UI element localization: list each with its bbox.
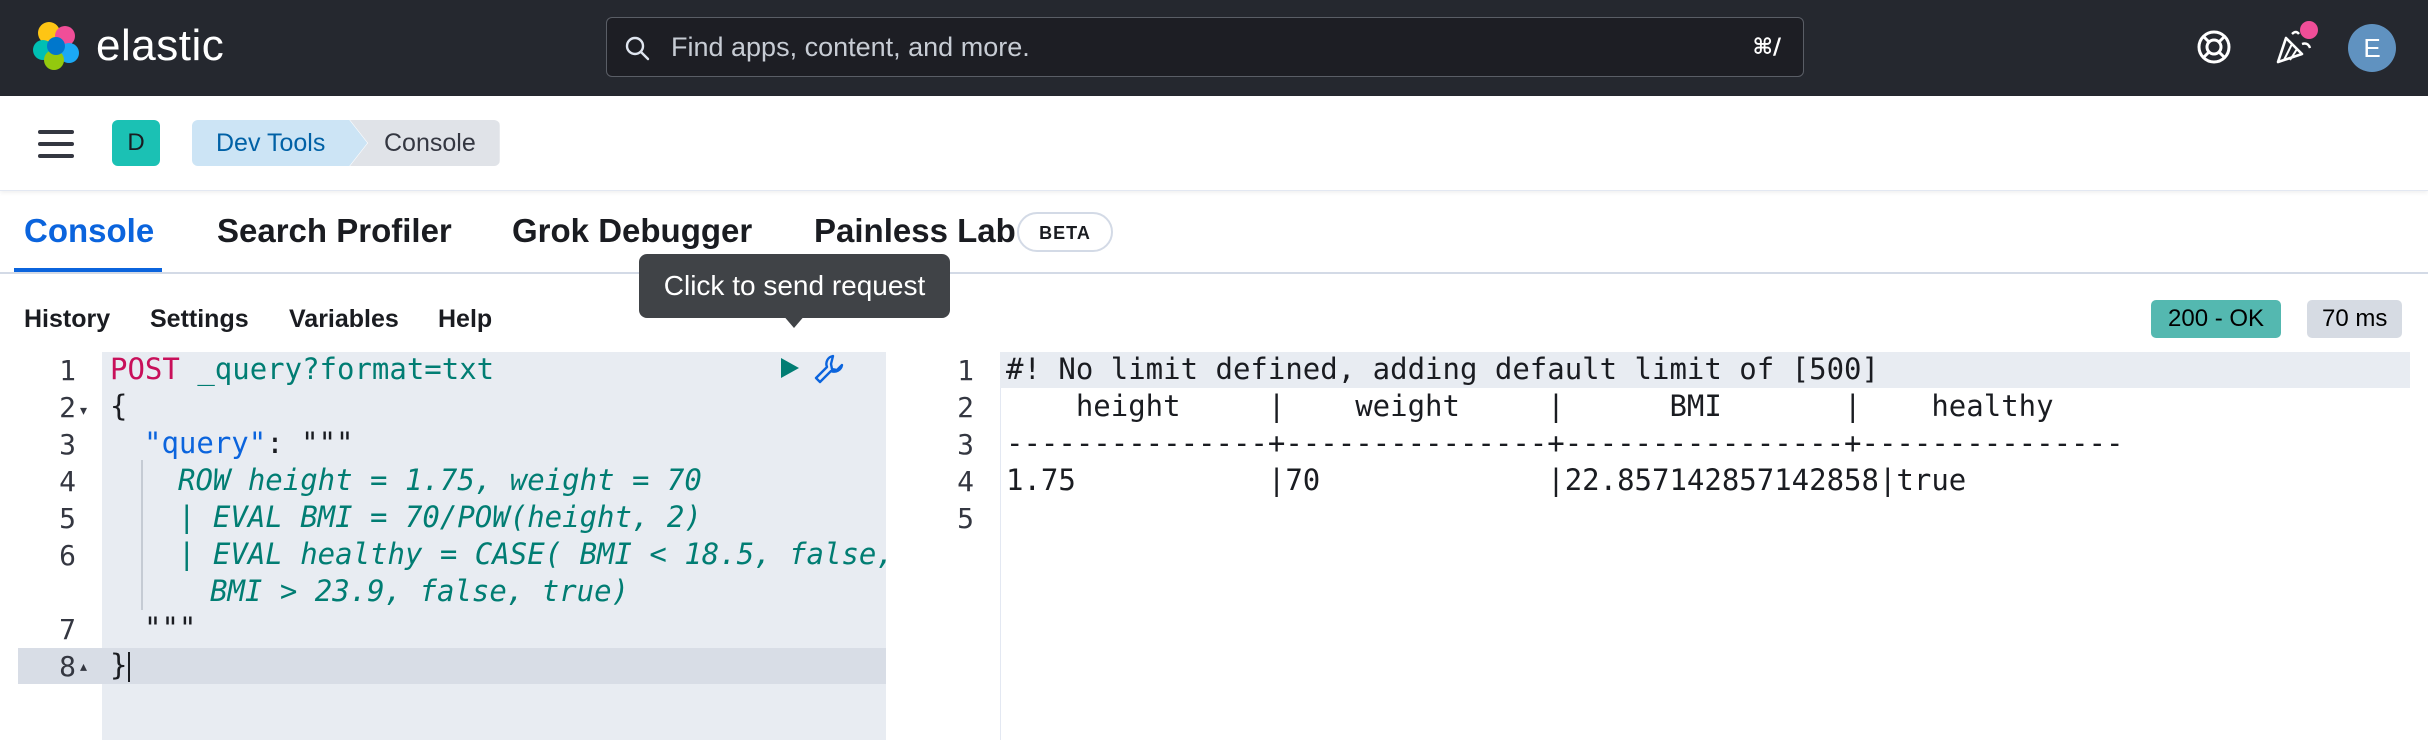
- active-line-highlight: [18, 648, 886, 684]
- breadcrumb-console: Console: [350, 120, 500, 166]
- text-cursor: [128, 652, 130, 682]
- line-number: 3: [957, 428, 974, 461]
- code-line-5: | EVAL BMI = 70/POW(height, 2): [178, 500, 702, 534]
- history-button[interactable]: History: [24, 305, 110, 334]
- tab-search-profiler[interactable]: Search Profiler: [217, 212, 452, 250]
- http-method: POST: [110, 352, 180, 386]
- tooltip-arrow: [782, 314, 806, 328]
- variables-button[interactable]: Variables: [289, 305, 399, 334]
- line-number: 3: [59, 428, 76, 461]
- help-button[interactable]: Help: [438, 305, 492, 334]
- json-triple-quote: : """: [266, 426, 354, 460]
- line-number: 2: [957, 391, 974, 424]
- request-path: _query?format=txt: [197, 352, 495, 386]
- response-line-2: height | weight | BMI | healthy: [1006, 389, 2054, 423]
- code-line-1: POST _query?format=txt: [110, 352, 494, 386]
- line-number: 1: [59, 354, 76, 387]
- search-icon: [625, 36, 650, 61]
- user-avatar[interactable]: E: [2348, 24, 2396, 72]
- code-line-4: ROW height = 1.75, weight = 70: [178, 463, 702, 497]
- line-number: 1: [957, 354, 974, 387]
- status-badge: 200 - OK: [2151, 300, 2282, 338]
- fold-close-icon[interactable]: ▴: [80, 658, 87, 675]
- help-icon[interactable]: [2195, 28, 2233, 66]
- play-icon[interactable]: [776, 355, 802, 381]
- breadcrumb-dev-tools[interactable]: Dev Tools: [192, 120, 367, 166]
- code-line-7: """: [144, 611, 197, 645]
- response-line-3: ---------------+---------------+--------…: [1006, 426, 2124, 460]
- response-line-1: #! No limit defined, adding default limi…: [1006, 352, 1879, 386]
- menu-toggle-icon[interactable]: [38, 130, 74, 158]
- global-search[interactable]: ⌘/: [606, 17, 1804, 77]
- duration-badge: 70 ms: [2307, 300, 2403, 338]
- response-line-4: 1.75 |70 |22.857142857142858|true: [1006, 463, 1967, 497]
- line-number: 4: [59, 465, 76, 498]
- line-number: 5: [59, 502, 76, 535]
- settings-button[interactable]: Settings: [150, 305, 249, 334]
- tab-painless-lab[interactable]: Painless Lab: [814, 212, 1016, 250]
- line-number: 7: [59, 613, 76, 646]
- fold-open-icon[interactable]: ▾: [80, 402, 87, 419]
- code-line-6: | EVAL healthy = CASE( BMI < 18.5, false…: [178, 537, 886, 571]
- line-number: 2: [59, 391, 76, 424]
- json-key: "query": [144, 426, 267, 460]
- dev-tools-tabs: Console Search Profiler Grok Debugger Pa…: [0, 190, 2428, 274]
- beta-badge: BETA: [1017, 212, 1113, 252]
- line-number: 4: [957, 465, 974, 498]
- wrench-icon[interactable]: [812, 352, 846, 386]
- notification-dot: [2300, 21, 2318, 39]
- top-header: elastic ⌘/ E: [0, 0, 2428, 96]
- active-tab-indicator: [14, 268, 162, 272]
- brand-name[interactable]: elastic: [96, 20, 224, 72]
- search-shortcut: ⌘/: [1752, 35, 1781, 60]
- tab-grok-debugger[interactable]: Grok Debugger: [512, 212, 752, 250]
- line-number: 5: [957, 502, 974, 535]
- send-request-tooltip: Click to send request: [639, 254, 950, 318]
- code-line-8: }: [110, 648, 128, 682]
- response-editor[interactable]: 1 2 3 4 5 #! No limit defined, adding de…: [916, 352, 2410, 740]
- elastic-logo-icon[interactable]: [30, 20, 82, 72]
- space-avatar[interactable]: D: [112, 120, 160, 166]
- line-number: 6: [59, 539, 76, 572]
- search-input[interactable]: [671, 30, 1671, 64]
- code-line-6-wrap: BMI > 23.9, false, true): [210, 574, 630, 608]
- code-line-2: {: [110, 389, 128, 423]
- indent-guide: [141, 460, 143, 610]
- code-line-3: "query": """: [144, 426, 354, 460]
- breadcrumb-bar: D Console Dev Tools: [0, 96, 2428, 191]
- tab-console[interactable]: Console: [24, 212, 154, 250]
- line-number: 8: [59, 650, 76, 683]
- request-editor[interactable]: 1 2 ▾ 3 4 5 6 7 8 ▴ POST _query?format=t…: [18, 352, 886, 740]
